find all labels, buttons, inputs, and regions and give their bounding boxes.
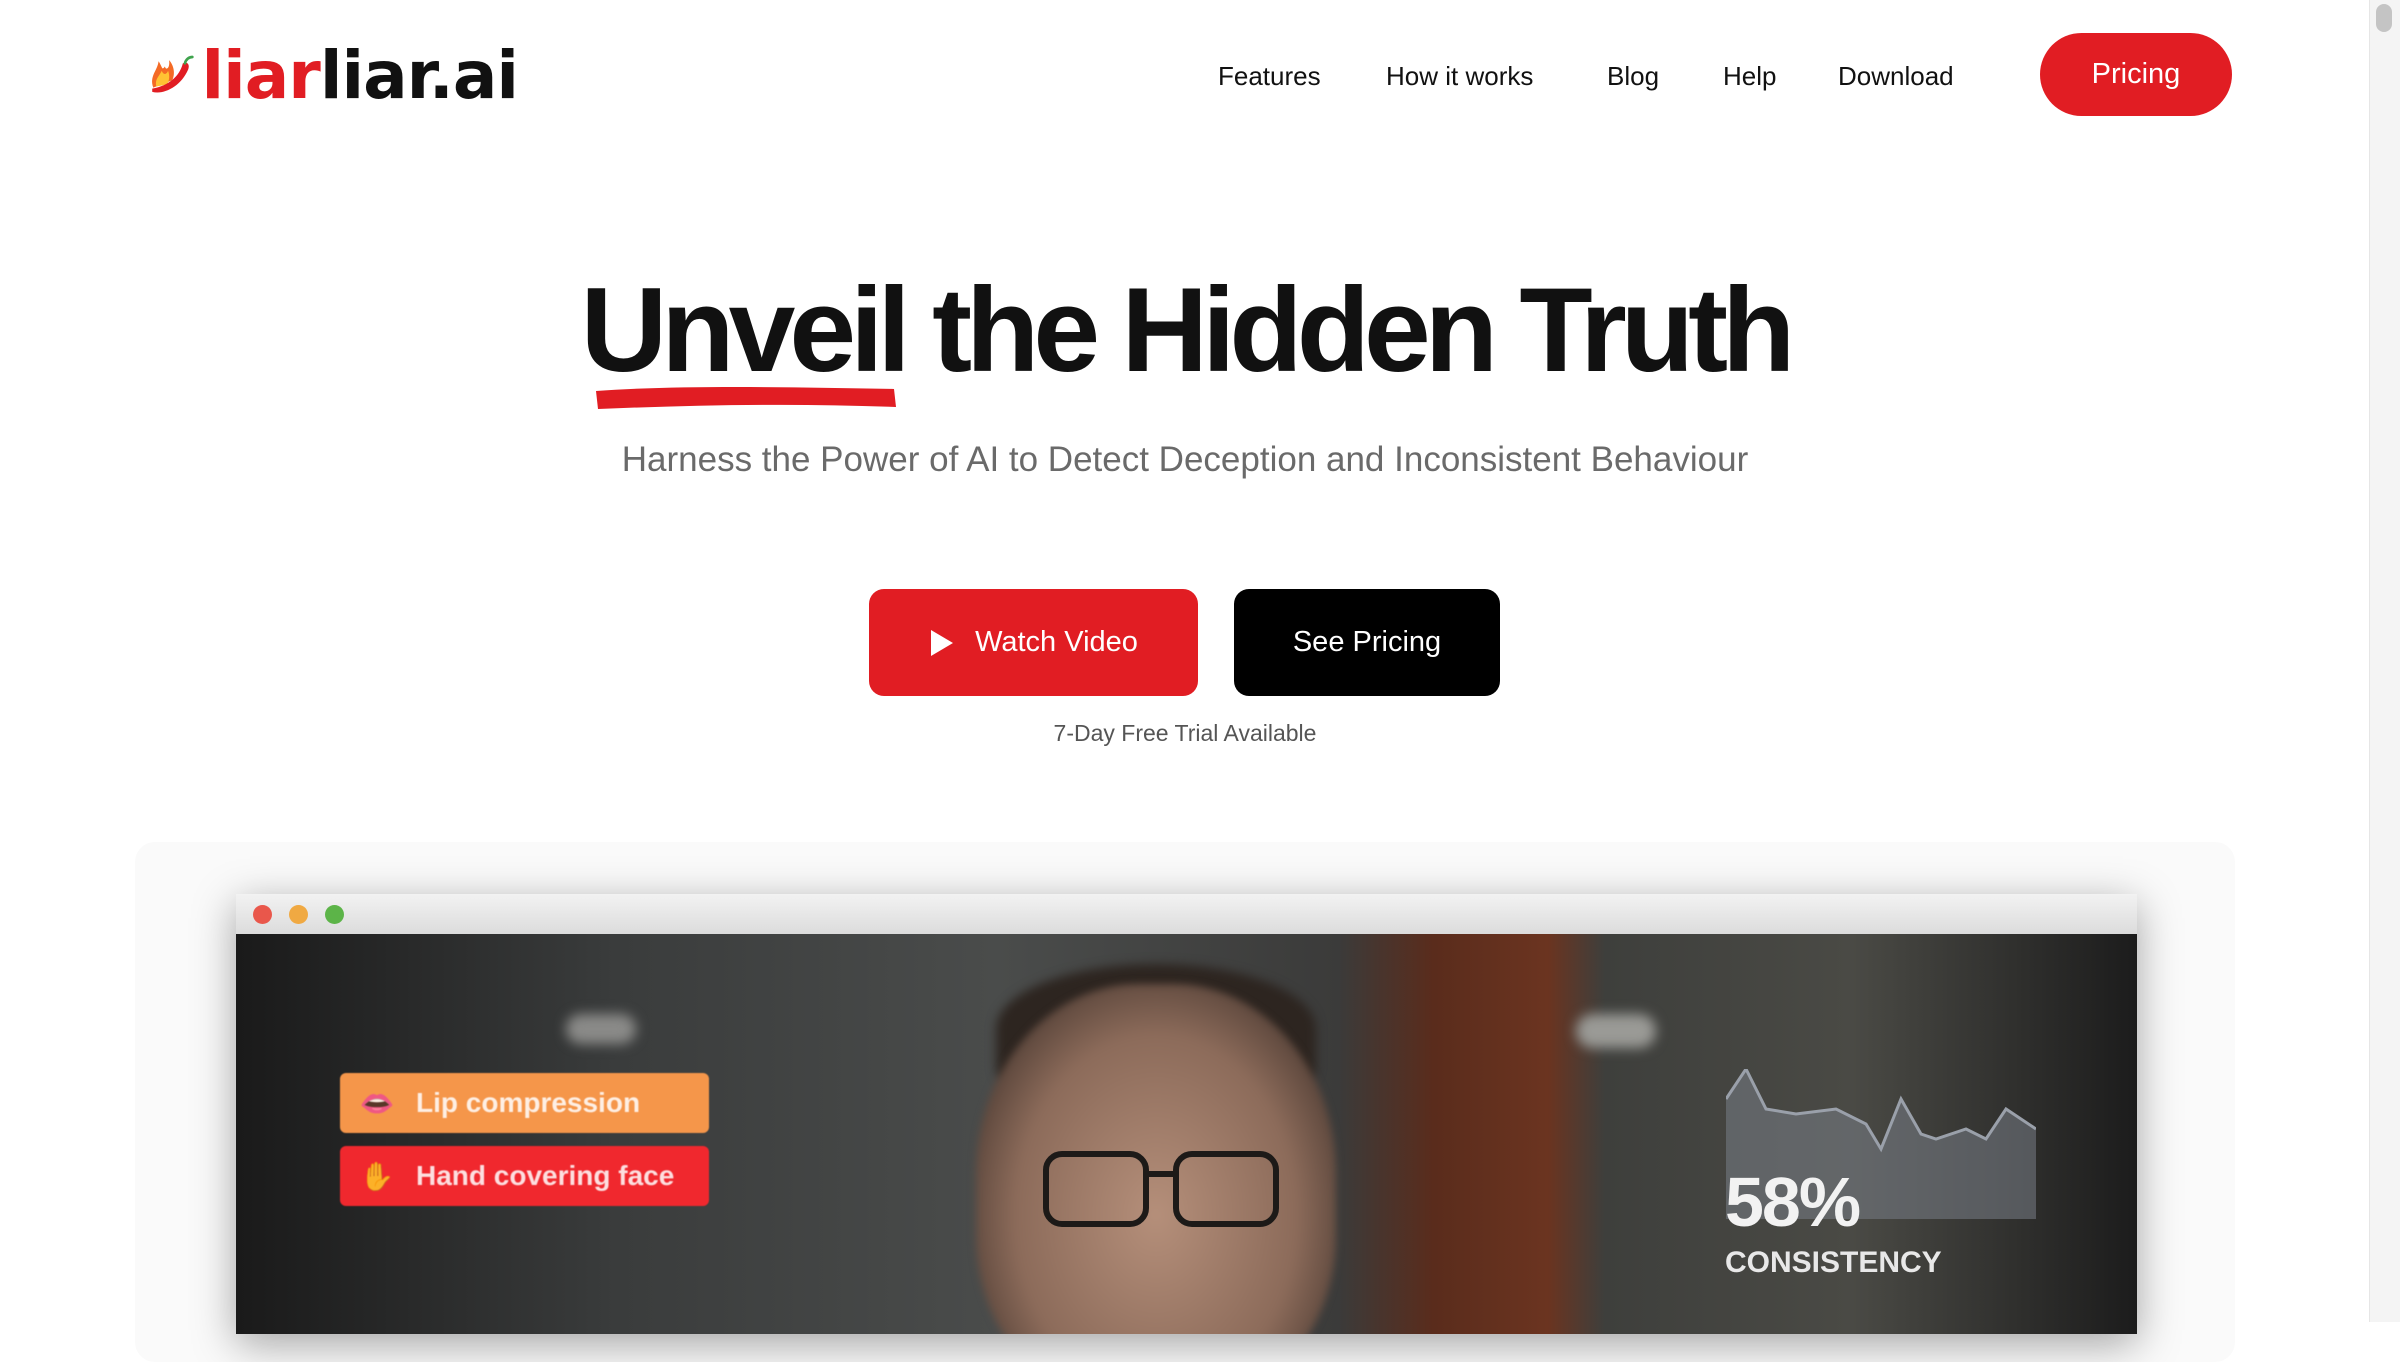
tag-lip-compression: 👄 Lip compression	[340, 1073, 709, 1133]
minimize-dot-icon	[289, 905, 308, 924]
close-dot-icon	[253, 905, 272, 924]
lips-icon: 👄	[359, 1087, 395, 1119]
tag-label: Lip compression	[416, 1087, 641, 1118]
pricing-button[interactable]: Pricing	[2040, 33, 2232, 116]
nav-how-it-works[interactable]: How it works	[1386, 56, 1533, 96]
nav-features[interactable]: Features	[1218, 56, 1321, 96]
maximize-dot-icon	[325, 905, 344, 924]
nav-blog[interactable]: Blog	[1607, 56, 1659, 96]
hand-icon: ✋	[359, 1160, 395, 1192]
tag-label: Hand covering face	[416, 1160, 675, 1191]
title-rest: the Hidden Truth	[932, 263, 1795, 397]
trial-note: 7-Day Free Trial Available	[1053, 720, 1317, 746]
consistency-label: CONSISTENCY	[1725, 1246, 1942, 1279]
nav-download[interactable]: Download	[1838, 56, 1954, 96]
scrollbar-thumb[interactable]	[2376, 4, 2392, 32]
scrollbar[interactable]	[2369, 0, 2400, 1322]
subtitle: Harness the Power of AI to Detect Decept…	[621, 440, 1749, 479]
watch-video-label: Watch Video	[975, 626, 1138, 658]
logo-text-black: liar.ai	[319, 37, 519, 114]
chili-flame-icon	[152, 55, 194, 93]
consistency-value: 58%	[1725, 1163, 1861, 1241]
demo-video[interactable]: 👄 Lip compression ✋ Hand covering face 58%…	[236, 934, 2137, 1334]
logo-text-red: liar	[201, 37, 321, 114]
glasses-icon	[1043, 1151, 1279, 1227]
watch-video-button[interactable]: Watch Video	[869, 589, 1198, 696]
play-icon	[931, 629, 954, 656]
window-titlebar	[236, 894, 2137, 934]
page-title: Unveil the Hidden Truth	[0, 255, 2370, 405]
tag-hand-covering-face: ✋ Hand covering face	[340, 1146, 709, 1206]
brush-underline	[596, 387, 896, 409]
see-pricing-button[interactable]: See Pricing	[1234, 589, 1500, 696]
logo[interactable]: liarliar.ai	[148, 34, 519, 118]
nav-help[interactable]: Help	[1723, 56, 1776, 96]
demo-window: 👄 Lip compression ✋ Hand covering face 58%…	[236, 894, 2137, 1334]
